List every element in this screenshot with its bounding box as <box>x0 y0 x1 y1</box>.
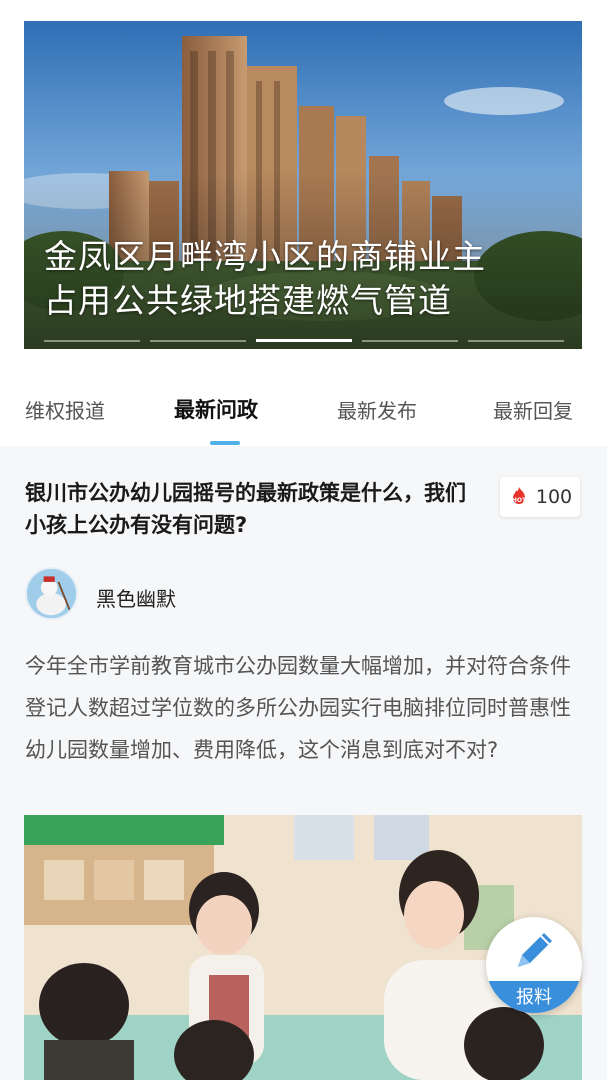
category-tabs: 维权报道 最新问政 最新发布 最新回复 <box>0 395 607 443</box>
hot-flame-icon: HOT <box>512 487 527 504</box>
banner-title-line-1: 金凤区月畔湾小区的商铺业主 <box>44 237 486 276</box>
tab-latest-releases[interactable]: 最新发布 <box>337 395 417 424</box>
carousel-dot-active[interactable] <box>256 339 352 342</box>
hot-count: 100 <box>535 486 573 508</box>
report-button[interactable]: 报料 <box>486 917 582 1013</box>
tab-latest-inquiries[interactable]: 最新问政 <box>174 394 258 424</box>
tab-rights-reports[interactable]: 维权报道 <box>25 395 105 424</box>
banner-title-line-2: 占用公共绿地搭建燃气管道 <box>44 281 452 320</box>
carousel-dot[interactable] <box>362 340 458 342</box>
tab-latest-replies[interactable]: 最新回复 <box>493 395 573 424</box>
username[interactable]: 黑色幽默 <box>96 583 176 612</box>
avatar[interactable] <box>25 567 78 620</box>
question-title[interactable]: 银川市公办幼儿园摇号的最新政策是什么，我们小孩上公办有没有问题? <box>25 477 475 541</box>
hot-label: HOT <box>512 497 527 504</box>
pencil-icon <box>518 933 552 967</box>
carousel-dot[interactable] <box>468 340 564 342</box>
top-banner-carousel[interactable]: 金凤区月畔湾小区的商铺业主 占用公共绿地搭建燃气管道 <box>24 21 582 349</box>
avatar-image <box>27 569 76 618</box>
question-body[interactable]: 今年全市学前教育城市公办园数量大幅增加，并对符合条件登记人数超过学位数的多所公办… <box>25 645 585 771</box>
banner-title[interactable]: 金凤区月畔湾小区的商铺业主 占用公共绿地搭建燃气管道 <box>44 235 574 323</box>
report-button-label: 报料 <box>516 987 552 1008</box>
carousel-dot[interactable] <box>150 340 246 342</box>
active-tab-indicator <box>210 441 240 445</box>
carousel-dot[interactable] <box>44 340 140 342</box>
carousel-indicators <box>44 339 564 343</box>
hot-badge: HOT 100 <box>500 477 580 517</box>
